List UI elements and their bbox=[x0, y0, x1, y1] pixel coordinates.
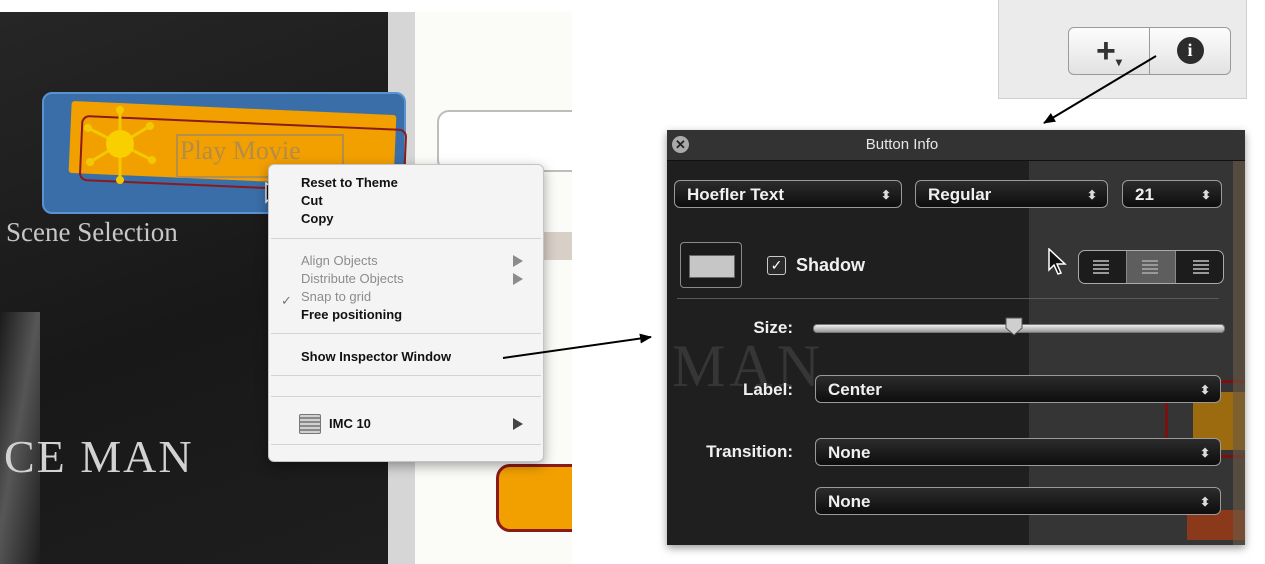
up-down-arrows-icon: ⬍ bbox=[1199, 495, 1210, 509]
menu-item-snap-to-grid[interactable]: Snap to grid bbox=[301, 289, 371, 305]
plus-icon: + bbox=[1096, 32, 1116, 70]
adjacent-text-field[interactable] bbox=[437, 110, 572, 172]
toolbar: +▾ i bbox=[998, 0, 1247, 99]
submenu-arrow-icon bbox=[513, 418, 523, 430]
menu-separator bbox=[271, 444, 541, 445]
menu-item-reset-to-theme[interactable]: Reset to Theme bbox=[301, 175, 398, 191]
align-center-icon bbox=[1142, 260, 1158, 274]
submenu-arrow-icon bbox=[513, 255, 523, 267]
play-movie-label[interactable]: Play Movie bbox=[180, 136, 301, 166]
shadow-label: Shadow bbox=[796, 255, 866, 275]
up-down-arrows-icon: ⬍ bbox=[1200, 188, 1211, 202]
label-position-value: Center bbox=[828, 380, 882, 399]
menu-item-free-positioning[interactable]: Free positioning bbox=[301, 307, 402, 323]
label-position-popup[interactable]: Center ⬍ bbox=[815, 375, 1221, 403]
color-swatch bbox=[689, 255, 735, 278]
inspector-title: Button Info bbox=[865, 136, 939, 153]
transition-value: None bbox=[828, 443, 871, 462]
menu-title-text: CE MAN bbox=[4, 431, 194, 482]
up-down-arrows-icon: ⬍ bbox=[880, 188, 891, 202]
transition-label: Transition: bbox=[706, 442, 793, 461]
align-right-button[interactable] bbox=[1175, 251, 1223, 283]
text-alignment-control bbox=[1078, 250, 1224, 284]
dropdown-arrow-icon: ▾ bbox=[1115, 55, 1122, 69]
panel-edge bbox=[1233, 130, 1245, 545]
panel-divider bbox=[677, 298, 1219, 299]
adjacent-button-shape[interactable] bbox=[496, 464, 572, 532]
font-style-popup[interactable]: Regular ⬍ bbox=[915, 180, 1108, 208]
menu-separator bbox=[271, 238, 541, 239]
up-down-arrows-icon: ⬍ bbox=[1086, 188, 1097, 202]
inspector-titlebar[interactable]: ✕ Button Info bbox=[667, 130, 1245, 161]
text-color-well[interactable] bbox=[680, 242, 742, 288]
align-right-icon bbox=[1193, 260, 1209, 274]
align-left-button[interactable] bbox=[1079, 251, 1127, 283]
up-down-arrows-icon: ⬍ bbox=[1199, 383, 1210, 397]
font-family-popup[interactable]: Hoefler Text ⬍ bbox=[674, 180, 902, 208]
font-family-value: Hoefler Text bbox=[687, 185, 784, 204]
size-label: Size: bbox=[753, 318, 793, 337]
menu-item-copy[interactable]: Copy bbox=[301, 211, 334, 227]
font-size-value: 21 bbox=[1135, 185, 1154, 204]
transition-direction-popup[interactable]: None ⬍ bbox=[815, 487, 1221, 515]
slider-knob[interactable] bbox=[1004, 316, 1024, 336]
submenu-arrow-icon bbox=[513, 273, 523, 285]
info-icon: i bbox=[1176, 37, 1204, 64]
menu-item-imc[interactable]: IMC 10 bbox=[329, 416, 371, 432]
menu-separator bbox=[271, 333, 541, 334]
transition-direction-value: None bbox=[828, 492, 871, 511]
menu-item-distribute-objects[interactable]: Distribute Objects bbox=[301, 271, 404, 287]
font-style-value: Regular bbox=[928, 185, 992, 204]
menu-separator bbox=[271, 396, 541, 397]
shadow-checkbox[interactable]: ✓ bbox=[767, 256, 786, 275]
menu-item-show-inspector-window[interactable]: Show Inspector Window bbox=[301, 349, 451, 365]
align-center-button[interactable] bbox=[1126, 251, 1176, 283]
align-left-icon bbox=[1093, 260, 1109, 274]
menu-item-align-objects[interactable]: Align Objects bbox=[301, 253, 378, 269]
add-button[interactable]: +▾ bbox=[1069, 28, 1150, 74]
mouse-pointer-icon bbox=[1048, 248, 1067, 275]
disk-icon bbox=[299, 414, 321, 434]
label-field-label: Label: bbox=[742, 380, 793, 399]
menu-separator bbox=[271, 375, 541, 376]
toolbar-segmented-control: +▾ i bbox=[1068, 27, 1231, 75]
scene-selection-label[interactable]: Scene Selection bbox=[6, 217, 178, 248]
font-size-popup[interactable]: 21 ⬍ bbox=[1122, 180, 1222, 208]
adjacent-bar bbox=[540, 232, 572, 260]
highlight-spark-icon bbox=[84, 106, 156, 184]
transition-popup[interactable]: None ⬍ bbox=[815, 438, 1221, 466]
button-info-inspector: MAN ✕ Button Info Hoefler Text ⬍ Regular… bbox=[667, 130, 1245, 545]
context-menu: Reset to Theme Cut Copy Align Objects Di… bbox=[268, 164, 544, 462]
up-down-arrows-icon: ⬍ bbox=[1199, 446, 1210, 460]
checkmark-icon: ✓ bbox=[281, 293, 292, 308]
menu-item-cut[interactable]: Cut bbox=[301, 193, 323, 209]
info-button[interactable]: i bbox=[1150, 28, 1230, 74]
